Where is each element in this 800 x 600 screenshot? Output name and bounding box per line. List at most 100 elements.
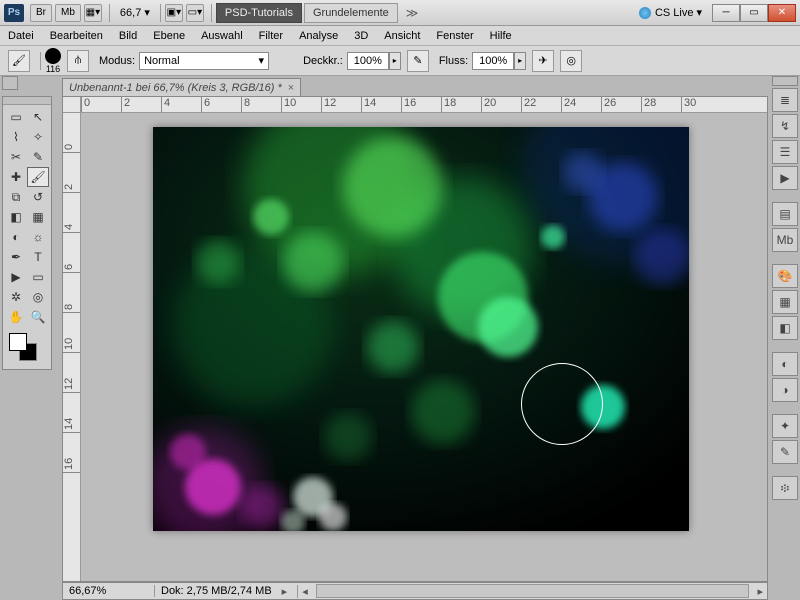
- minibridge-panel-icon[interactable]: Mb: [772, 228, 798, 252]
- statusbar: 66,67% Dok: 2,75 MB/2,74 MB ▸ ◂ ▸: [62, 582, 768, 600]
- pressure-opacity-icon[interactable]: ✎: [407, 50, 429, 72]
- eyedropper-tool[interactable]: ✎: [27, 147, 49, 167]
- healing-tool[interactable]: ✚: [5, 167, 27, 187]
- tool-preset-icon[interactable]: 🖌: [8, 50, 30, 72]
- toolbox-grip[interactable]: [3, 97, 51, 105]
- minimize-button[interactable]: ─: [712, 4, 740, 22]
- 3d-tool[interactable]: ✲: [5, 287, 27, 307]
- brush-size: 116: [46, 64, 60, 74]
- properties-panel-icon[interactable]: ☰: [772, 140, 798, 164]
- flow-flyout-icon[interactable]: ▸: [514, 52, 526, 70]
- history-panel-icon[interactable]: ≣: [772, 88, 798, 112]
- character-panel-icon[interactable]: ፨: [772, 476, 798, 500]
- dodge-tool[interactable]: ☼: [27, 227, 49, 247]
- menu-auswahl[interactable]: Auswahl: [201, 30, 243, 42]
- status-zoom[interactable]: 66,67%: [63, 585, 155, 597]
- brush-panel-icon[interactable]: ⫛: [67, 50, 89, 72]
- lasso-tool[interactable]: ⌇: [5, 127, 27, 147]
- move-tool[interactable]: ▭: [5, 107, 27, 127]
- separator: [160, 4, 161, 22]
- opacity-input[interactable]: 100%: [347, 52, 389, 70]
- view-extras-icon[interactable]: ▣▾: [165, 4, 183, 22]
- menu-bearbeiten[interactable]: Bearbeiten: [50, 30, 103, 42]
- status-docsize[interactable]: Dok: 2,75 MB/2,74 MB ▸: [155, 585, 298, 598]
- type-tool[interactable]: T: [27, 247, 49, 267]
- crop-tool[interactable]: ✂: [5, 147, 27, 167]
- pen-tool[interactable]: ✒: [5, 247, 27, 267]
- marquee-tool[interactable]: ↖: [27, 107, 49, 127]
- menu-ebene[interactable]: Ebene: [153, 30, 185, 42]
- bridge-button[interactable]: Br: [30, 4, 52, 22]
- menu-bild[interactable]: Bild: [119, 30, 137, 42]
- toolbox: ▭ ↖ ⌇ ✧ ✂ ✎ ✚ 🖌 ⧉ ↺ ◧ ▦ ◐ ☼ ✒ T ▶ ▭ ✲ ◎ …: [2, 96, 52, 370]
- collapsed-panel-dock[interactable]: [2, 76, 18, 90]
- separator: [109, 4, 110, 22]
- workspace-grundelemente[interactable]: Grundelemente: [304, 3, 398, 23]
- zoom-level[interactable]: 66,7 ▾: [120, 6, 150, 19]
- ruler-vertical[interactable]: 0246810121416: [63, 113, 81, 581]
- canvas-area: 024681012141618202224262830 024681012141…: [62, 96, 768, 582]
- close-button[interactable]: ✕: [768, 4, 796, 22]
- masks-panel-icon[interactable]: ◑: [772, 378, 798, 402]
- flow-input[interactable]: 100%: [472, 52, 514, 70]
- minibridge-button[interactable]: Mb: [55, 4, 81, 22]
- blend-mode-select[interactable]: Normal▾: [139, 52, 269, 70]
- stamp-tool[interactable]: ⧉: [5, 187, 27, 207]
- workspace-psdtutorials[interactable]: PSD-Tutorials: [216, 3, 302, 23]
- flow-label: Fluss:: [439, 55, 468, 67]
- 3d-camera-tool[interactable]: ◎: [27, 287, 49, 307]
- canvas-viewport[interactable]: [81, 113, 767, 581]
- path-select-tool[interactable]: ▶: [5, 267, 27, 287]
- animation-panel-icon[interactable]: ▶: [772, 166, 798, 190]
- layers-panel-icon[interactable]: ▤: [772, 202, 798, 226]
- airbrush-icon[interactable]: ✈: [532, 50, 554, 72]
- swatches-panel-icon[interactable]: ▦: [772, 290, 798, 314]
- document-tab[interactable]: Unbenannt-1 bei 66,7% (Kreis 3, RGB/16) …: [62, 78, 301, 96]
- scroll-left-icon[interactable]: ◂: [298, 585, 312, 598]
- color-panel-icon[interactable]: 🎨: [772, 264, 798, 288]
- options-bar: 🖌 116 ⫛ Modus: Normal▾ Deckkr.: 100% ▸ ✎…: [0, 46, 800, 76]
- menu-filter[interactable]: Filter: [259, 30, 283, 42]
- menu-ansicht[interactable]: Ansicht: [384, 30, 420, 42]
- wand-tool[interactable]: ✧: [27, 127, 49, 147]
- ruler-origin[interactable]: [63, 97, 81, 113]
- dock-grip[interactable]: [772, 76, 798, 86]
- blur-tool[interactable]: ◐: [5, 227, 27, 247]
- hand-tool[interactable]: ✋: [5, 307, 27, 327]
- cslive-button[interactable]: CS Live ▾: [639, 6, 702, 19]
- opacity-flyout-icon[interactable]: ▸: [389, 52, 401, 70]
- scroll-right-icon[interactable]: ▸: [753, 585, 767, 598]
- shape-tool[interactable]: ▭: [27, 267, 49, 287]
- right-dock: ≣ ↯ ☰ ▶ ▤ Mb 🎨 ▦ ◧ ◐ ◑ ✦ ✎ ፨: [772, 76, 798, 500]
- eraser-tool[interactable]: ◧: [5, 207, 27, 227]
- styles-panel-icon[interactable]: ◧: [772, 316, 798, 340]
- menu-fenster[interactable]: Fenster: [436, 30, 473, 42]
- brushpresets-panel-icon[interactable]: ✎: [772, 440, 798, 464]
- menu-hilfe[interactable]: Hilfe: [490, 30, 512, 42]
- actions-panel-icon[interactable]: ↯: [772, 114, 798, 138]
- brush-panel-icon[interactable]: ✦: [772, 414, 798, 438]
- canvas[interactable]: [153, 127, 689, 531]
- gradient-tool[interactable]: ▦: [27, 207, 49, 227]
- opacity-label: Deckkr.:: [303, 55, 343, 67]
- menu-datei[interactable]: Datei: [8, 30, 34, 42]
- brush-tool[interactable]: 🖌: [27, 167, 49, 187]
- pressure-size-icon[interactable]: ◎: [560, 50, 582, 72]
- adjustments-panel-icon[interactable]: ◐: [772, 352, 798, 376]
- status-flyout-icon[interactable]: ▸: [278, 585, 292, 598]
- horizontal-scrollbar[interactable]: [316, 584, 750, 598]
- brush-preset[interactable]: 116: [45, 48, 61, 74]
- history-brush-tool[interactable]: ↺: [27, 187, 49, 207]
- document-tabbar: Unbenannt-1 bei 66,7% (Kreis 3, RGB/16) …: [62, 76, 301, 96]
- arrange-icon[interactable]: ▦▾: [84, 4, 102, 22]
- screen-mode-icon[interactable]: ▭▾: [186, 4, 204, 22]
- close-tab-icon[interactable]: ×: [288, 82, 294, 94]
- menu-3d[interactable]: 3D: [354, 30, 368, 42]
- more-workspaces-icon[interactable]: ≫: [406, 6, 419, 20]
- ruler-horizontal[interactable]: 024681012141618202224262830: [81, 97, 767, 113]
- menu-analyse[interactable]: Analyse: [299, 30, 338, 42]
- brush-preview-icon: [45, 48, 61, 64]
- maximize-button[interactable]: ▭: [740, 4, 768, 22]
- zoom-tool[interactable]: 🔍: [27, 307, 49, 327]
- foreground-color[interactable]: [9, 333, 27, 351]
